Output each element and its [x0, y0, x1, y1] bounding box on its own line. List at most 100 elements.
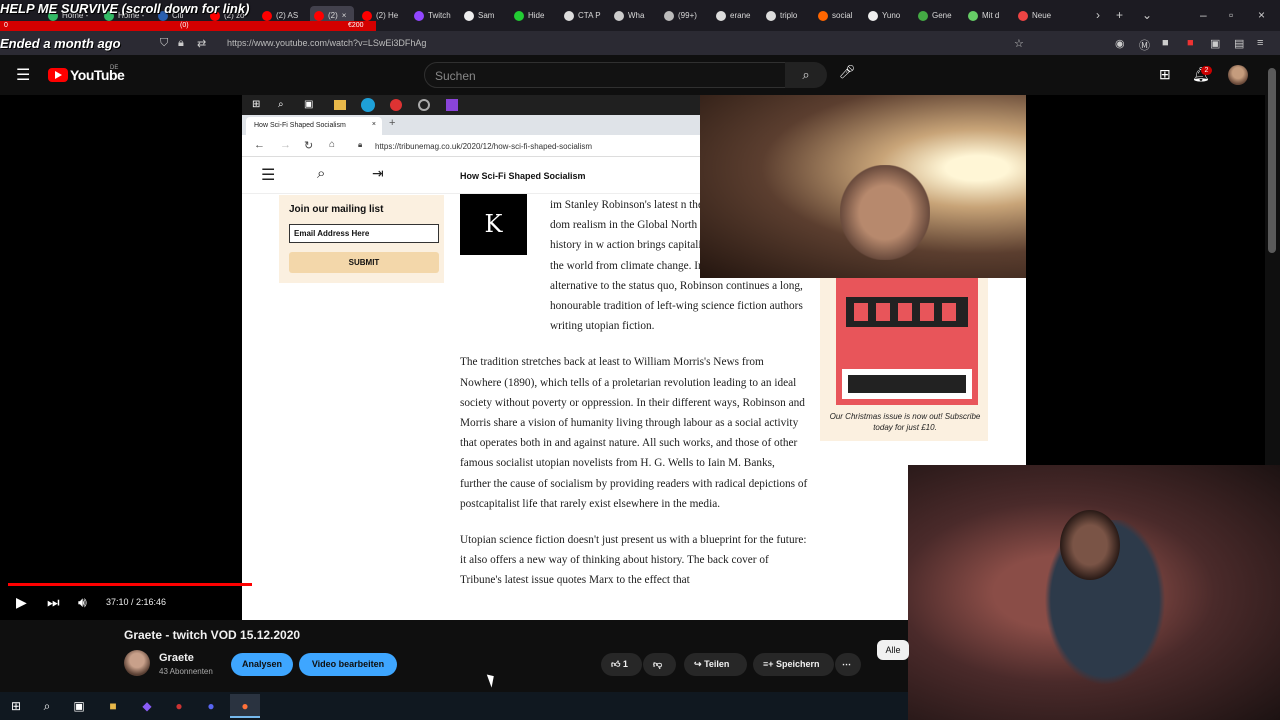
tab-label: Gene	[932, 11, 952, 20]
browser-tab[interactable]: CTA P	[564, 6, 610, 25]
screenshot-icon[interactable]: ▣	[1210, 37, 1220, 50]
search-icon: ⌕	[278, 99, 284, 110]
discord-icon[interactable]: ●	[202, 697, 220, 715]
windows-taskbar	[0, 692, 908, 720]
filter-chip-all[interactable]: Alle	[877, 640, 909, 660]
search-icon[interactable]: ⌕	[785, 62, 827, 88]
browser-tab[interactable]: Sam	[464, 6, 508, 25]
browser-tab[interactable]: Twitch	[414, 6, 462, 25]
page-scrollbar[interactable]	[1268, 68, 1276, 253]
tab-label: CTA P	[578, 11, 601, 20]
email-field: Email Address Here	[289, 224, 439, 243]
home-icon: ⌂	[329, 139, 336, 150]
menu-icon[interactable]: ≡	[1257, 37, 1263, 49]
notification-badge: 2	[1201, 66, 1212, 75]
save-button[interactable]: ≡+ Speichern	[753, 653, 834, 676]
create-video-icon[interactable]: ⊞	[1159, 66, 1171, 83]
browser-tab[interactable]: triplo	[766, 6, 812, 25]
hamburger-menu-icon[interactable]: ☰	[16, 65, 30, 85]
browser-tab[interactable]: Gene	[918, 6, 964, 25]
browser-tab[interactable]: (99+)	[664, 6, 710, 25]
back-arrow-icon: ←	[254, 139, 265, 151]
tab-label: (2) He	[376, 11, 399, 20]
playlist-add-icon: ≡+	[763, 659, 774, 669]
magazine-cover-image	[836, 277, 978, 405]
bookmark-star-icon[interactable]: ☆	[1014, 37, 1024, 50]
browser-tab[interactable]: Mit d	[968, 6, 1012, 25]
shield-icon[interactable]: ⛉	[160, 37, 168, 50]
search-input[interactable]: Suchen	[424, 62, 786, 88]
goal-target: €200	[348, 22, 364, 29]
more-icon: ⋯	[842, 659, 851, 669]
more-actions-button[interactable]: ⋯	[835, 653, 861, 676]
tab-label: Sam	[478, 11, 495, 20]
tab-label: Wha	[628, 11, 645, 20]
browser-tab[interactable]: social	[818, 6, 864, 25]
browser-tab[interactable]: erane	[716, 6, 762, 25]
tab-label: social	[832, 11, 853, 20]
windows-start-icon[interactable]: ⊞	[7, 697, 25, 715]
video-title: Graete - twitch VOD 15.12.2020	[124, 628, 301, 642]
app-icon	[390, 99, 402, 111]
forward-arrow-icon: →	[280, 139, 291, 151]
magazine-cover-art	[842, 297, 972, 399]
task-view-icon[interactable]: ▣	[70, 697, 88, 715]
share-icon: ↪	[694, 659, 702, 669]
tab-label: Mit d	[982, 11, 1000, 20]
extension-icon[interactable]: ■	[1162, 37, 1169, 49]
volume-icon[interactable]: 🔊︎	[78, 594, 87, 611]
play-icon	[55, 71, 62, 79]
edge-icon	[361, 98, 375, 112]
app-icon	[418, 99, 430, 111]
pocket-icon[interactable]: ◉	[1115, 37, 1125, 50]
app-icon[interactable]: ●	[170, 697, 188, 715]
play-icon[interactable]: ▶	[16, 594, 27, 611]
search-icon[interactable]: ⌕	[38, 697, 56, 715]
next-icon[interactable]: ⏭︎	[47, 594, 60, 611]
close-window-icon[interactable]: ×	[1258, 8, 1265, 22]
browser-tab[interactable]: Neue	[1018, 6, 1064, 25]
chevron-down-icon[interactable]: ⌄	[1142, 8, 1152, 22]
tab-label: erane	[730, 11, 751, 20]
account-icon[interactable]: Ⓜ	[1139, 37, 1150, 53]
maximize-icon[interactable]: ▫	[1229, 8, 1233, 22]
browser-tab[interactable]: Wha	[614, 6, 658, 25]
address-bar[interactable]: https://www.youtube.com/watch?v=LSwEi3DF…	[227, 38, 426, 48]
close-icon[interactable]: ×	[342, 11, 347, 20]
hamburger-menu-icon: ☰	[261, 167, 276, 184]
folder-icon[interactable]: ■	[104, 697, 122, 715]
avatar[interactable]	[1228, 65, 1248, 85]
edit-video-button[interactable]: Video bearbeiten	[299, 653, 397, 676]
browser-tab[interactable]: Hide	[514, 6, 560, 25]
tab-label: Hide	[528, 11, 545, 20]
captured-site-title: How Sci-Fi Shaped Socialism	[460, 171, 586, 181]
region-label: DE	[110, 65, 119, 71]
obsidian-icon[interactable]: ◆	[138, 697, 156, 715]
minimize-icon[interactable]: –	[1200, 8, 1207, 22]
analytics-button[interactable]: Analysen	[231, 653, 293, 676]
goal-start: 0	[4, 22, 8, 29]
tab-label: Neue	[1032, 11, 1052, 20]
webcam-person-head	[1060, 510, 1120, 580]
like-button[interactable]: 👍︎ 1	[601, 653, 642, 676]
save-label: Speichern	[776, 659, 820, 669]
dislike-button[interactable]: 👎︎	[643, 653, 676, 676]
new-tab-icon[interactable]: +	[1116, 8, 1123, 22]
folder-icon	[334, 100, 346, 110]
firefox-icon[interactable]: ●	[236, 697, 254, 715]
avatar[interactable]	[124, 650, 150, 676]
thumbs-up-icon: 👍︎	[611, 659, 621, 669]
ublock-icon[interactable]: ■	[1187, 37, 1194, 49]
like-count: 1	[622, 659, 628, 669]
channel-name[interactable]: Graete	[159, 652, 194, 664]
captured-tab-title: How Sci-Fi Shaped Socialism	[254, 122, 346, 129]
share-button[interactable]: ↪ Teilen	[684, 653, 747, 676]
browser-tab[interactable]: Yuno	[868, 6, 912, 25]
microphone-icon[interactable]: 🎤︎	[836, 64, 858, 86]
magazine-caption: Our Christmas issue is now out! Subscrib…	[829, 412, 981, 432]
extension-icon[interactable]: ▤	[1234, 37, 1244, 50]
permissions-icon[interactable]: ⇄	[197, 37, 206, 50]
browser-address-row	[0, 31, 1280, 55]
chevron-right-icon[interactable]: ›	[1096, 8, 1100, 22]
share-label: Teilen	[704, 659, 730, 669]
